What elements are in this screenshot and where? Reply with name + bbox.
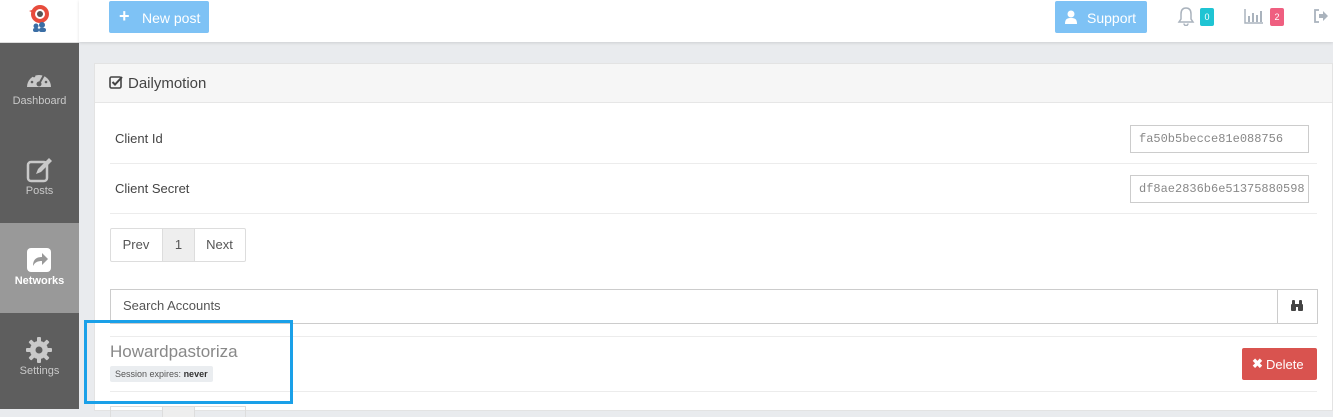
client-id-field[interactable]: fa50b5becce81e088756 (1130, 125, 1309, 153)
dashboard-icon (27, 72, 51, 87)
prev-page-button[interactable]: Prev (111, 229, 161, 261)
new-post-button[interactable]: + New post (109, 1, 209, 33)
search-accounts-input[interactable] (111, 290, 1276, 321)
sidebar-item-networks[interactable]: Networks (0, 223, 79, 313)
logo[interactable] (0, 0, 79, 43)
bar-chart-icon[interactable] (1244, 8, 1264, 24)
next-page-button[interactable]: Next (194, 229, 245, 261)
edit-icon (26, 158, 52, 183)
search-accounts (110, 289, 1318, 324)
checkbox-icon (109, 76, 123, 89)
sidebar-item-label: Dashboard (12, 95, 67, 107)
page-number-button[interactable]: 1 (162, 229, 195, 261)
sidebar-item-label: Networks (14, 275, 65, 287)
support-label: Support (1087, 10, 1137, 26)
delete-button[interactable]: ✖ Delete (1242, 348, 1317, 380)
sidebar: Dashboard Posts Networks Settings (0, 0, 79, 409)
sidebar-item-label: Posts (25, 185, 54, 197)
pagination-bottom (110, 406, 246, 417)
sidebar-item-dashboard[interactable]: Dashboard (0, 43, 79, 133)
user-icon (1065, 10, 1077, 24)
sidebar-item-settings[interactable]: Settings (0, 313, 79, 403)
client-secret-row: Client Secret df8ae2836b6e51375880598 (110, 164, 1317, 214)
bell-icon[interactable] (1177, 6, 1195, 26)
sidebar-item-label: Settings (19, 365, 60, 377)
delete-label: Delete (1266, 357, 1304, 372)
panel-title: Dailymotion (128, 75, 207, 92)
search-button[interactable] (1277, 290, 1317, 323)
stats-badge: 2 (1270, 8, 1284, 26)
sidebar-item-posts[interactable]: Posts (0, 133, 79, 223)
new-post-label: New post (142, 10, 201, 26)
share-icon (27, 248, 51, 272)
client-secret-label: Client Secret (115, 181, 190, 196)
gear-icon (26, 337, 52, 363)
close-icon: ✖ (1252, 356, 1263, 371)
client-secret-field[interactable]: df8ae2836b6e51375880598 (1130, 175, 1309, 203)
binoculars-icon (1291, 300, 1303, 311)
logout-icon[interactable] (1313, 9, 1329, 23)
highlight-box (84, 320, 293, 404)
logo-icon (29, 5, 49, 32)
plus-icon: + (119, 6, 130, 26)
client-id-row: Client Id fa50b5becce81e088756 (110, 114, 1317, 164)
support-button[interactable]: Support (1055, 1, 1147, 33)
panel-header: Dailymotion (95, 64, 1332, 103)
pagination: Prev 1 Next (110, 228, 246, 262)
client-id-label: Client Id (115, 131, 163, 146)
notifications-badge: 0 (1200, 8, 1214, 26)
top-bar: + New post Support 0 2 (79, 0, 1333, 42)
